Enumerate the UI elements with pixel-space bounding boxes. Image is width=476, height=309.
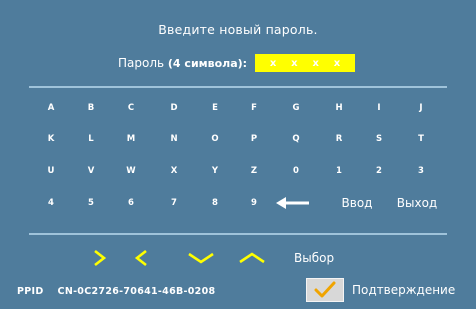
key-b[interactable]: B (76, 102, 106, 114)
key-n[interactable]: N (159, 133, 189, 145)
checkmark-icon (314, 281, 336, 298)
key-v[interactable]: V (76, 165, 106, 177)
password-char: x (269, 57, 277, 69)
key-i[interactable]: I (364, 102, 394, 114)
key-1[interactable]: 1 (324, 165, 354, 177)
ppid-info: PPID CN-0C2726-70641-46B-0208 (17, 286, 215, 297)
key-j[interactable]: J (406, 102, 436, 114)
password-input[interactable]: x x x x (255, 54, 356, 72)
password-char: x (333, 57, 341, 69)
password-row: Пароль (4 символа): x x x x (118, 53, 356, 73)
key-0[interactable]: 0 (281, 165, 311, 177)
key-g[interactable]: G (281, 102, 311, 114)
key-x[interactable]: X (159, 165, 189, 177)
key-w[interactable]: W (116, 165, 146, 177)
key-a[interactable]: A (36, 102, 66, 114)
key-t[interactable]: T (406, 133, 436, 145)
key-3[interactable]: 3 (406, 165, 436, 177)
select-hint: Выбор (294, 251, 335, 265)
key-z[interactable]: Z (239, 165, 269, 177)
chevron-up-icon (239, 252, 265, 264)
confirm-label: Подтверждение (352, 283, 456, 297)
key-c[interactable]: C (116, 102, 146, 114)
key-7[interactable]: 7 (159, 197, 189, 209)
bottom-divider (29, 233, 447, 235)
key-y[interactable]: Y (200, 165, 230, 177)
password-char: x (291, 57, 298, 69)
key-4[interactable]: 4 (36, 197, 66, 209)
chevron-right-icon (94, 249, 107, 267)
password-dialog: Введите новый пароль. Пароль (4 символа)… (0, 0, 476, 309)
top-divider (29, 86, 447, 88)
password-label-count: (4 символа): (167, 57, 248, 70)
ppid-label: PPID (17, 286, 44, 297)
left-arrow-icon[interactable] (276, 196, 310, 210)
key-o[interactable]: O (200, 133, 230, 145)
key-h[interactable]: H (324, 102, 354, 114)
password-label-prefix: Пароль (118, 56, 168, 70)
key-6[interactable]: 6 (116, 197, 146, 209)
password-char: x (312, 57, 319, 69)
key-p[interactable]: P (239, 133, 269, 145)
key-f[interactable]: F (239, 102, 269, 114)
key-e[interactable]: E (200, 102, 230, 114)
password-label: Пароль (4 символа): (118, 56, 247, 70)
key-2[interactable]: 2 (364, 165, 394, 177)
key-m[interactable]: M (116, 133, 146, 145)
key-r[interactable]: R (324, 133, 354, 145)
chevron-down-icon (188, 252, 214, 264)
key-8[interactable]: 8 (200, 197, 230, 209)
key-l[interactable]: L (76, 133, 106, 145)
exit-button[interactable]: Выход (387, 195, 447, 211)
confirm-button[interactable] (306, 278, 344, 302)
ppid-value: CN-0C2726-70641-46B-0208 (57, 286, 216, 297)
enter-button[interactable]: Ввод (327, 195, 387, 211)
dialog-title: Введите новый пароль. (158, 22, 318, 37)
key-5[interactable]: 5 (76, 197, 106, 209)
chevron-left-icon (134, 249, 147, 267)
key-q[interactable]: Q (281, 133, 311, 145)
key-9[interactable]: 9 (239, 197, 269, 209)
key-d[interactable]: D (159, 102, 189, 114)
key-s[interactable]: S (364, 133, 394, 145)
key-u[interactable]: U (36, 165, 66, 177)
key-k[interactable]: K (36, 133, 66, 145)
